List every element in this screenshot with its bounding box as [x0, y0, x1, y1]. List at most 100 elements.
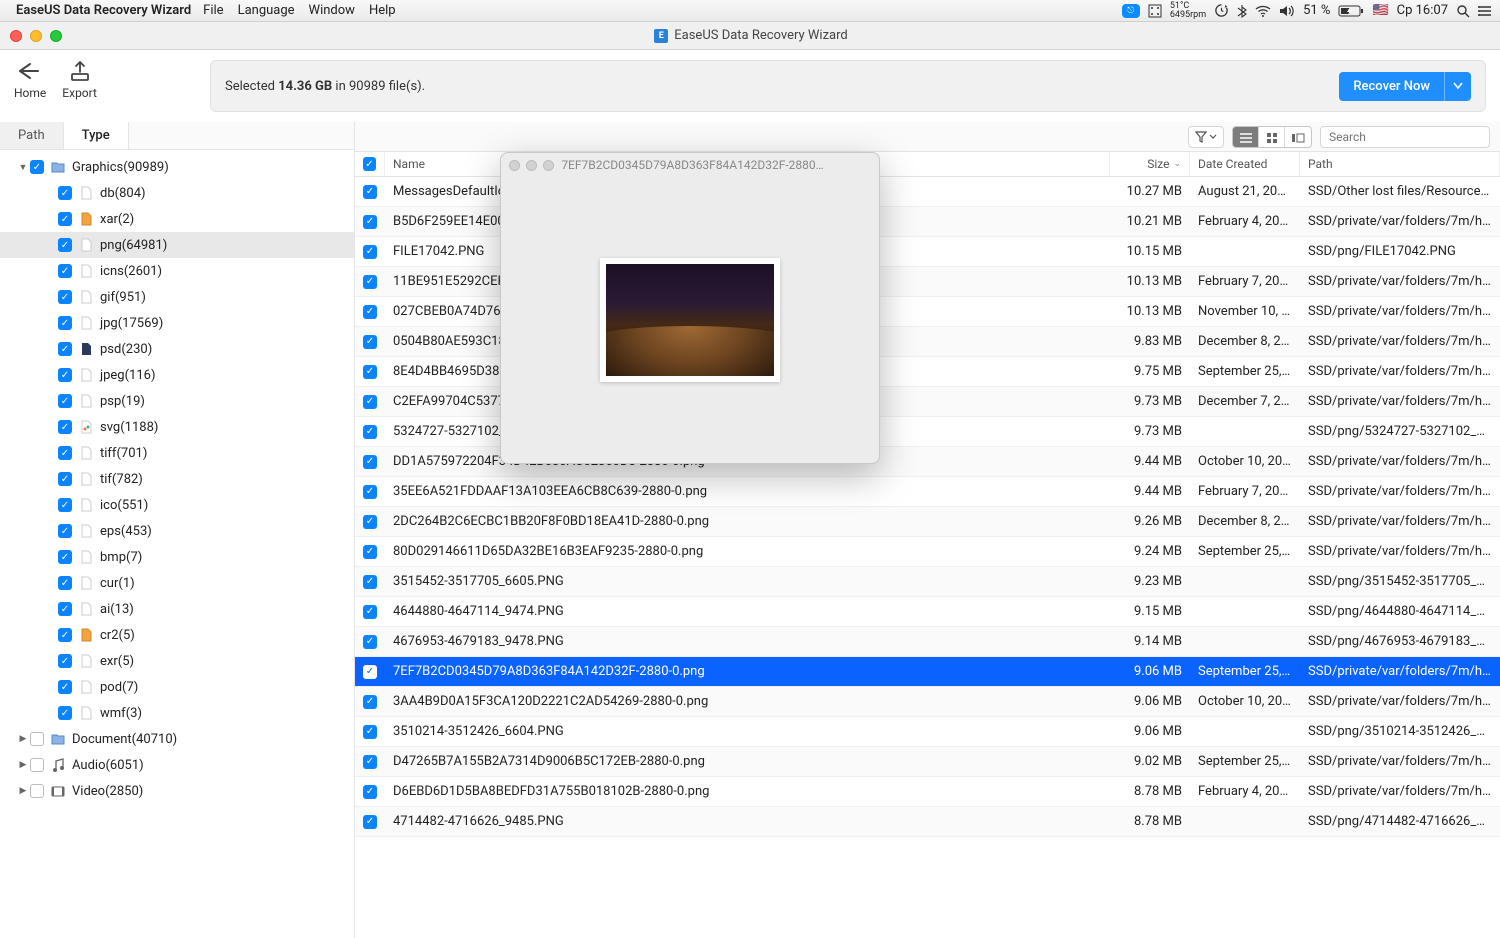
menu-window[interactable]: Window	[309, 3, 355, 18]
row-checkbox-cell[interactable]: ✓	[355, 635, 385, 649]
table-row[interactable]: ✓3515452-3517705_6605.PNG9.23 MBSSD/png/…	[355, 567, 1500, 597]
row-checkbox-cell[interactable]: ✓	[355, 245, 385, 259]
tree-checkbox[interactable]: ✓	[58, 212, 72, 226]
tree-node[interactable]: ✓svg(1188)	[0, 414, 354, 440]
view-detail-button[interactable]	[1285, 127, 1311, 148]
header-checkbox[interactable]: ✓	[355, 152, 385, 176]
tree-checkbox[interactable]: ✓	[58, 602, 72, 616]
tree-checkbox[interactable]: ✓	[58, 472, 72, 486]
menu-language[interactable]: Language	[238, 3, 295, 18]
export-button[interactable]: Export	[62, 60, 97, 100]
spotlight-icon[interactable]	[1456, 4, 1470, 18]
row-checkbox-cell[interactable]: ✓	[355, 785, 385, 799]
preview-minimize-button[interactable]	[526, 160, 537, 171]
table-row[interactable]: ✓2DC264B2C6ECBC1BB20F8F0BD18EA41D-2880-0…	[355, 507, 1500, 537]
disclosure-icon[interactable]: ▶	[18, 760, 28, 770]
tree-node[interactable]: ✓psd(230)	[0, 336, 354, 362]
menu-file[interactable]: File	[203, 3, 223, 18]
tree-node[interactable]: ✓tif(782)	[0, 466, 354, 492]
recover-dropdown-button[interactable]	[1444, 72, 1471, 101]
table-row[interactable]: ✓3510214-3512426_6604.PNG9.06 MBSSD/png/…	[355, 717, 1500, 747]
tree-node[interactable]: ▶Document(40710)	[0, 726, 354, 752]
tree-node[interactable]: ▶Audio(6051)	[0, 752, 354, 778]
row-checkbox-cell[interactable]: ✓	[355, 335, 385, 349]
tree-node[interactable]: ✓pod(7)	[0, 674, 354, 700]
tree-checkbox[interactable]: ✓	[58, 316, 72, 330]
wifi-icon[interactable]	[1255, 5, 1271, 17]
tree-checkbox[interactable]: ✓	[58, 238, 72, 252]
tree-checkbox[interactable]	[30, 758, 44, 772]
table-row[interactable]: ✓80D029146611D65DA32BE16B3EAF9235-2880-0…	[355, 537, 1500, 567]
table-row[interactable]: ✓4714482-4716626_9485.PNG8.78 MBSSD/png/…	[355, 807, 1500, 837]
clock[interactable]: Ср 16:07	[1397, 3, 1448, 18]
tree-node[interactable]: ✓jpg(17569)	[0, 310, 354, 336]
bluetooth-icon[interactable]	[1237, 4, 1247, 18]
window-close-button[interactable]	[10, 30, 22, 42]
row-checkbox-cell[interactable]: ✓	[355, 545, 385, 559]
table-row[interactable]: ✓D47265B7A155B2A7314D9006B5C172EB-2880-0…	[355, 747, 1500, 777]
tree-node[interactable]: ▼✓Graphics(90989)	[0, 154, 354, 180]
tree-checkbox[interactable]: ✓	[58, 628, 72, 642]
tree-node[interactable]: ▶Video(2850)	[0, 778, 354, 804]
window-zoom-button[interactable]	[50, 30, 62, 42]
tab-path[interactable]: Path	[0, 122, 64, 149]
tree-node[interactable]: ✓xar(2)	[0, 206, 354, 232]
tree-node[interactable]: ✓cur(1)	[0, 570, 354, 596]
tree-checkbox[interactable]	[30, 784, 44, 798]
tree-node[interactable]: ✓psp(19)	[0, 388, 354, 414]
tree-checkbox[interactable]: ✓	[58, 264, 72, 278]
tree-checkbox[interactable]: ✓	[58, 368, 72, 382]
tree-checkbox[interactable]: ✓	[58, 446, 72, 460]
disclosure-icon[interactable]: ▶	[18, 734, 28, 744]
row-checkbox-cell[interactable]: ✓	[355, 605, 385, 619]
view-grid-button[interactable]	[1259, 127, 1285, 148]
tree-node[interactable]: ✓gif(951)	[0, 284, 354, 310]
row-checkbox-cell[interactable]: ✓	[355, 515, 385, 529]
battery-icon[interactable]	[1338, 5, 1364, 17]
search-input[interactable]	[1327, 129, 1487, 145]
tab-type[interactable]: Type	[64, 122, 129, 149]
row-checkbox-cell[interactable]: ✓	[355, 695, 385, 709]
header-path[interactable]: Path	[1300, 152, 1500, 176]
row-checkbox-cell[interactable]: ✓	[355, 755, 385, 769]
app-name[interactable]: EaseUS Data Recovery Wizard	[16, 3, 191, 18]
home-button[interactable]: Home	[14, 60, 46, 100]
row-checkbox-cell[interactable]: ✓	[355, 575, 385, 589]
row-checkbox-cell[interactable]: ✓	[355, 305, 385, 319]
tree-checkbox[interactable]: ✓	[58, 550, 72, 564]
tree-node[interactable]: ✓jpeg(116)	[0, 362, 354, 388]
quicklook-preview-window[interactable]: 7EF7B2CD0345D79A8D363F84A142D32F-2880…	[500, 152, 880, 464]
view-list-button[interactable]	[1233, 127, 1259, 148]
tree-checkbox[interactable]: ✓	[58, 498, 72, 512]
disclosure-icon[interactable]: ▼	[18, 162, 28, 173]
tree-checkbox[interactable]: ✓	[58, 186, 72, 200]
tree-node[interactable]: ✓exr(5)	[0, 648, 354, 674]
tree-node[interactable]: ✓tiff(701)	[0, 440, 354, 466]
tree-checkbox[interactable]: ✓	[30, 160, 44, 174]
table-row[interactable]: ✓7EF7B2CD0345D79A8D363F84A142D32F-2880-0…	[355, 657, 1500, 687]
table-row[interactable]: ✓3AA4B9D0A15F3CA120D2221C2AD54269-2880-0…	[355, 687, 1500, 717]
tree-checkbox[interactable]: ✓	[58, 420, 72, 434]
tree-node[interactable]: ✓icns(2601)	[0, 258, 354, 284]
table-row[interactable]: ✓35EE6A521FDDAAF13A103EEA6CB8C639-2880-0…	[355, 477, 1500, 507]
tree-node[interactable]: ✓eps(453)	[0, 518, 354, 544]
row-checkbox-cell[interactable]: ✓	[355, 455, 385, 469]
tree-checkbox[interactable]: ✓	[58, 524, 72, 538]
tree-checkbox[interactable]: ✓	[58, 576, 72, 590]
row-checkbox-cell[interactable]: ✓	[355, 395, 385, 409]
tree-node[interactable]: ✓png(64981)	[0, 232, 354, 258]
row-checkbox-cell[interactable]: ✓	[355, 665, 385, 679]
temp-readout[interactable]: 51°C 6495rpm	[1170, 2, 1206, 20]
tree-node[interactable]: ✓bmp(7)	[0, 544, 354, 570]
table-row[interactable]: ✓4676953-4679183_9478.PNG9.14 MBSSD/png/…	[355, 627, 1500, 657]
tree-checkbox[interactable]	[30, 732, 44, 746]
timemachine-icon[interactable]	[1214, 3, 1229, 18]
preview-zoom-button[interactable]	[543, 160, 554, 171]
preview-close-button[interactable]	[509, 160, 520, 171]
row-checkbox-cell[interactable]: ✓	[355, 815, 385, 829]
tree-checkbox[interactable]: ✓	[58, 394, 72, 408]
tree-checkbox[interactable]: ✓	[58, 290, 72, 304]
row-checkbox-cell[interactable]: ✓	[355, 725, 385, 739]
category-tree[interactable]: ▼✓Graphics(90989)✓db(804)✓xar(2)✓png(649…	[0, 150, 354, 808]
row-checkbox-cell[interactable]: ✓	[355, 425, 385, 439]
